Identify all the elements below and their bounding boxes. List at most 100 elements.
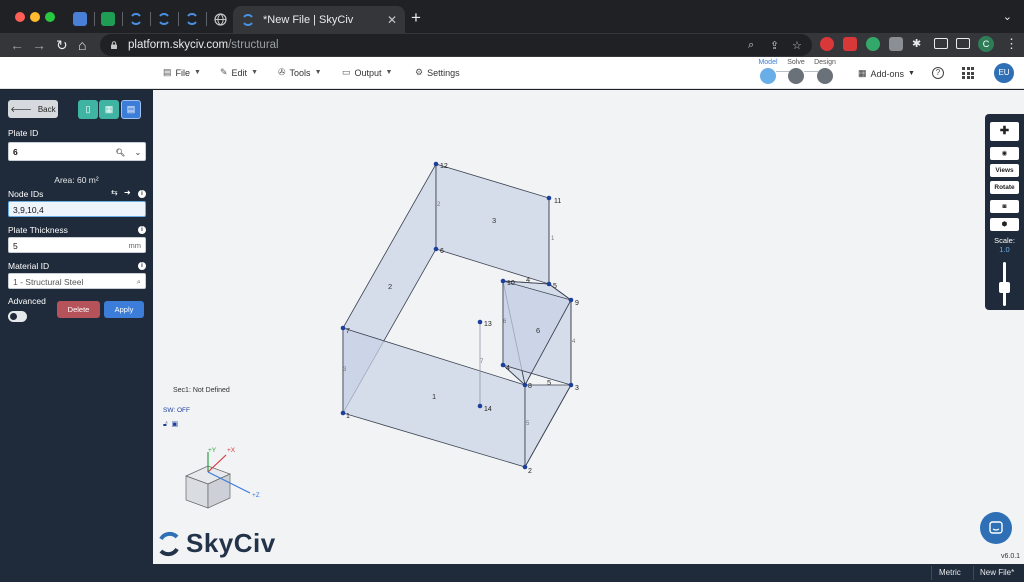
stage-design[interactable]: Design [813, 59, 837, 84]
apply-button[interactable]: Apply [104, 301, 144, 318]
scale-slider-thumb[interactable] [999, 282, 1010, 293]
bookmark-star-icon[interactable]: ☆ [792, 39, 802, 52]
plate-thickness-input[interactable]: 5 mm [8, 237, 146, 253]
select-nodes-icon[interactable]: ➜ [124, 188, 131, 197]
plate-id-select[interactable]: 6 🔍︎ ⌄ [8, 142, 146, 161]
swap-icon[interactable]: ⇆ [111, 188, 118, 197]
view-cube[interactable]: +Y +X +Z [185, 447, 260, 509]
node-2[interactable] [522, 464, 528, 470]
apps-grid-icon[interactable] [962, 67, 974, 79]
menu-output[interactable]: ▭ Output ▼ [342, 67, 392, 78]
material-id-select[interactable]: 1 - Structural Steel ⌕ [8, 273, 146, 289]
close-tab-icon[interactable]: ✕ [387, 13, 397, 27]
minimize-window-button[interactable] [30, 12, 40, 22]
views-button[interactable]: Views [990, 164, 1019, 177]
profile-avatar[interactable]: C [978, 36, 994, 52]
plate-label: 4 [526, 275, 530, 284]
sidebar-icon[interactable] [956, 38, 970, 49]
grammarly-icon[interactable] [866, 37, 880, 51]
advanced-toggle[interactable] [8, 311, 27, 322]
chat-support-button[interactable] [980, 512, 1012, 544]
units-indicator[interactable]: Metric [939, 568, 961, 577]
structure-model[interactable]: 1 2 3 4 5 6 7 8 9 10 11 12 13 14 1 2 3 4… [153, 90, 1024, 564]
node-12[interactable] [433, 161, 439, 167]
pinned-tab-sheets[interactable] [97, 8, 119, 30]
add-button[interactable]: ✚ [990, 122, 1019, 141]
home-icon[interactable]: ⌂ [78, 36, 86, 54]
help-icon[interactable]: ? [932, 67, 944, 79]
node-9[interactable] [568, 297, 574, 303]
grid-view-button[interactable]: ▦ [99, 100, 119, 119]
file-name[interactable]: New File* [980, 568, 1014, 577]
node-8[interactable] [522, 382, 528, 388]
node-4[interactable] [500, 362, 506, 368]
back-arrow-icon[interactable]: ← [10, 36, 24, 54]
delete-button[interactable]: Delete [57, 301, 100, 318]
single-view-button[interactable]: ▯ [78, 100, 98, 119]
back-button[interactable]: 🡐 Back [8, 100, 58, 118]
pinned-tab-skyciv-2[interactable] [153, 8, 175, 30]
new-tab-button[interactable]: + [411, 8, 421, 28]
browser-menu-icon[interactable]: ⋮ [1005, 36, 1018, 52]
info-icon[interactable]: i [138, 190, 146, 198]
pinned-tab-globe[interactable] [209, 8, 231, 30]
skyciv-icon [187, 13, 197, 25]
maximize-window-button[interactable] [45, 12, 55, 22]
extension-icon[interactable] [843, 37, 857, 51]
menu-file[interactable]: ▤ File ▼ [163, 67, 201, 78]
chevron-down-icon[interactable]: ⌄ [135, 143, 141, 162]
3d-view-button[interactable]: ⬢ [990, 218, 1019, 231]
info-icon[interactable]: i [138, 226, 146, 234]
user-avatar[interactable]: EU [994, 63, 1014, 83]
active-tab[interactable]: *New File | SkyCiv ✕ [233, 6, 405, 33]
camera-record-icon[interactable]: ▣ [172, 421, 179, 428]
node-label: 8 [528, 383, 532, 390]
stage-solve[interactable]: Solve [784, 59, 808, 84]
cast-icon[interactable] [934, 38, 948, 49]
plate-properties-panel: 🡐 Back ▯ ▦ ▤ Plate ID 6 🔍︎ ⌄ Area: 60 m² … [0, 90, 153, 582]
share-icon[interactable]: ⇪ [770, 39, 779, 52]
chevron-down-icon: ▼ [314, 69, 322, 76]
pinned-tab-docs[interactable] [69, 8, 91, 30]
screenshot-button[interactable]: ◙ [990, 200, 1019, 213]
model-canvas[interactable]: 1 2 3 4 5 6 7 8 9 10 11 12 13 14 1 2 3 4… [153, 90, 1024, 564]
visibility-button[interactable]: ◉ [990, 147, 1019, 160]
close-window-button[interactable] [15, 12, 25, 22]
search-icon[interactable]: 🔍︎ [115, 143, 125, 162]
chevron-down-icon: ▼ [194, 69, 201, 76]
info-icon[interactable]: i [138, 262, 146, 270]
node-10[interactable] [500, 278, 506, 284]
node-13[interactable] [477, 319, 483, 325]
node-11[interactable] [546, 195, 552, 201]
menu-settings[interactable]: ⚙ Settings [415, 67, 460, 78]
stage-model[interactable]: Model [756, 59, 780, 84]
node-ids-input[interactable]: 3,9,10,4 [8, 201, 146, 217]
tab-search-chevron-icon[interactable]: ⌄ [1003, 10, 1012, 23]
search-icon[interactable]: ⌕ [137, 274, 141, 290]
reload-icon[interactable]: ↻ [56, 36, 68, 54]
node-label: 4 [506, 365, 510, 372]
forward-arrow-icon[interactable]: → [32, 36, 46, 54]
extension-icon[interactable] [820, 37, 834, 51]
node-14[interactable] [477, 403, 483, 409]
gear-icon: ⚙ [415, 67, 424, 77]
node-3[interactable] [568, 382, 574, 388]
node-7[interactable] [340, 325, 346, 331]
table-view-button[interactable]: ▤ [121, 100, 141, 119]
zoom-search-icon[interactable]: ⌕ [748, 39, 754, 52]
unlock-icon[interactable]: 🔓︎ [163, 421, 168, 428]
extension-icon[interactable] [889, 37, 903, 51]
node-6[interactable] [433, 246, 439, 252]
node-label: 2 [528, 468, 532, 475]
rotate-button[interactable]: Rotate [990, 181, 1019, 194]
node-1[interactable] [340, 410, 346, 416]
plate-area: Area: 60 m² [54, 175, 99, 185]
puzzle-extensions-icon[interactable]: ✱ [912, 37, 926, 51]
addons-menu[interactable]: ▦ Add-ons ▼ [858, 68, 915, 79]
menu-tools[interactable]: ✇ Tools ▼ [278, 67, 322, 78]
address-bar[interactable]: platform.skyciv.com/structural ⌕ ⇪ ☆ [100, 34, 812, 56]
pinned-tab-skyciv-1[interactable] [125, 8, 147, 30]
node-5[interactable] [546, 281, 552, 287]
pinned-tab-skyciv-3[interactable] [181, 8, 203, 30]
menu-edit[interactable]: ✎ Edit ▼ [220, 67, 258, 78]
